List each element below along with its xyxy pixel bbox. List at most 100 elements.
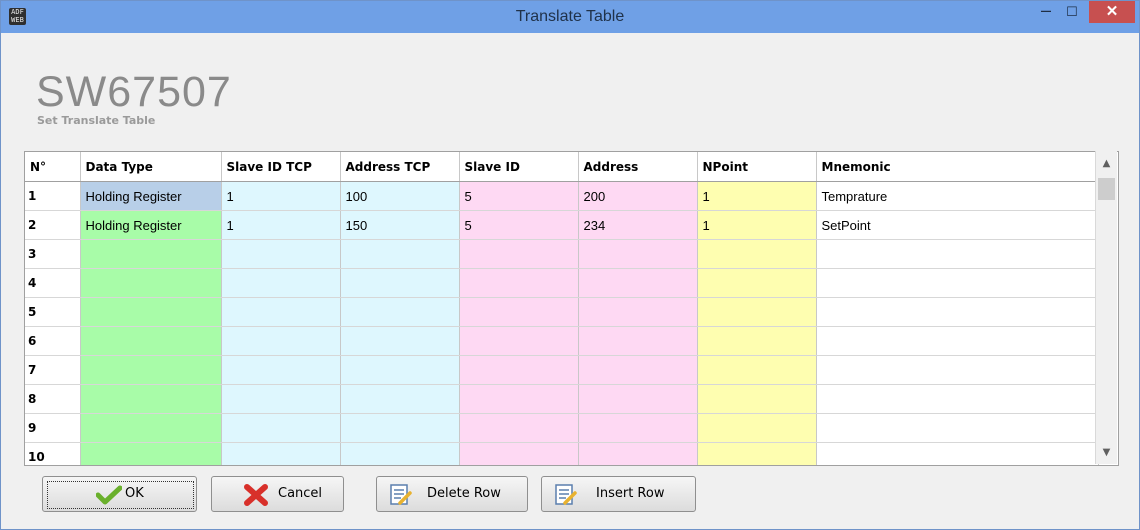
table-row[interactable]: 4 <box>25 268 1099 298</box>
col-npoint-cell[interactable] <box>697 239 817 269</box>
col-address-tcp-cell[interactable] <box>340 442 460 465</box>
col-slave-id-tcp-cell[interactable]: 1 <box>221 210 341 240</box>
col-address-tcp-cell[interactable] <box>340 268 460 298</box>
col-address-cell[interactable] <box>578 297 698 327</box>
col-address-tcp-cell[interactable] <box>340 384 460 414</box>
col-mnemonic-cell[interactable]: Temprature <box>816 181 1099 211</box>
ok-label: OK <box>125 486 144 501</box>
col-slave-id-tcp-cell[interactable]: 1 <box>221 181 341 211</box>
col-npoint-cell[interactable] <box>697 384 817 414</box>
minimize-button[interactable]: – <box>1033 1 1059 23</box>
col-address-cell[interactable] <box>578 413 698 443</box>
ok-button[interactable]: OK <box>42 476 197 512</box>
close-button[interactable]: ✕ <box>1089 1 1135 23</box>
col-slave-id-tcp-cell[interactable] <box>221 442 341 465</box>
col-slave-id-tcp-cell[interactable] <box>221 297 341 327</box>
col-slave-id-cell[interactable] <box>459 355 579 385</box>
col-slave-id-tcp-cell[interactable] <box>221 384 341 414</box>
col-npoint-cell[interactable] <box>697 442 817 465</box>
table-row[interactable]: 2 Holding Register 1 150 5 234 1 SetPoint <box>25 210 1099 240</box>
col-address-cell[interactable] <box>578 268 698 298</box>
col-address-cell[interactable] <box>578 326 698 356</box>
table-row[interactable]: 7 <box>25 355 1099 385</box>
translate-table-grid[interactable]: N° Data Type Slave ID TCP Address TCP Slave … <box>24 151 1119 466</box>
table-row[interactable]: 1 Holding Register 1 100 5 200 1 Temprature <box>25 181 1099 211</box>
col-data-type-cell[interactable] <box>80 239 222 269</box>
scroll-up-arrow-icon[interactable]: ▲ <box>1096 155 1117 172</box>
col-npoint-cell[interactable] <box>697 297 817 327</box>
insert-row-button[interactable]: Insert Row <box>541 476 696 512</box>
col-npoint-cell[interactable] <box>697 268 817 298</box>
col-data-type-cell[interactable]: Holding Register <box>80 181 222 211</box>
col-data-type-cell[interactable] <box>80 326 222 356</box>
insert-row-icon <box>555 484 577 505</box>
row-number-cell: 7 <box>25 355 81 385</box>
col-address-tcp-cell[interactable] <box>340 239 460 269</box>
delete-row-icon <box>390 484 412 505</box>
col-slave-id-cell[interactable]: 5 <box>459 181 579 211</box>
col-slave-id-cell[interactable] <box>459 384 579 414</box>
col-data-type-cell[interactable] <box>80 384 222 414</box>
col-slave-id-tcp-cell[interactable] <box>221 268 341 298</box>
col-data-type-cell[interactable] <box>80 268 222 298</box>
col-address-cell[interactable] <box>578 384 698 414</box>
table-row[interactable]: 6 <box>25 326 1099 356</box>
table-row[interactable]: 8 <box>25 384 1099 414</box>
col-npoint-cell[interactable] <box>697 413 817 443</box>
col-slave-id-cell[interactable] <box>459 297 579 327</box>
col-mnemonic-cell[interactable] <box>816 442 1099 465</box>
col-address-tcp-cell[interactable] <box>340 413 460 443</box>
table-row[interactable]: 3 <box>25 239 1099 269</box>
col-slave-id-tcp-cell[interactable] <box>221 239 341 269</box>
col-address-tcp-cell[interactable] <box>340 326 460 356</box>
row-number-cell: 3 <box>25 239 81 269</box>
vertical-scrollbar[interactable]: ▲ ▼ <box>1095 151 1117 464</box>
col-data-type-cell[interactable] <box>80 442 222 465</box>
cancel-button[interactable]: Cancel <box>211 476 344 512</box>
col-address-tcp-cell[interactable]: 150 <box>340 210 460 240</box>
col-data-type-cell[interactable] <box>80 413 222 443</box>
col-slave-id-cell[interactable] <box>459 326 579 356</box>
col-mnemonic-cell[interactable] <box>816 413 1099 443</box>
delete-row-button[interactable]: Delete Row <box>376 476 528 512</box>
col-address-tcp-cell[interactable]: 100 <box>340 181 460 211</box>
row-number-cell: 1 <box>25 181 81 211</box>
col-address-tcp-cell[interactable] <box>340 355 460 385</box>
col-npoint-cell[interactable]: 1 <box>697 210 817 240</box>
table-row[interactable]: 5 <box>25 297 1099 327</box>
col-slave-id-cell[interactable] <box>459 442 579 465</box>
col-address-cell[interactable] <box>578 239 698 269</box>
col-mnemonic-cell[interactable] <box>816 384 1099 414</box>
col-address-cell[interactable] <box>578 442 698 465</box>
col-data-type-cell[interactable] <box>80 297 222 327</box>
col-mnemonic-cell[interactable] <box>816 268 1099 298</box>
col-address-tcp-cell[interactable] <box>340 297 460 327</box>
col-mnemonic-cell[interactable] <box>816 355 1099 385</box>
title-bar[interactable]: ADF WEB Translate Table – ☐ ✕ <box>1 1 1139 33</box>
col-data-type-cell[interactable]: Holding Register <box>80 210 222 240</box>
scroll-down-arrow-icon[interactable]: ▼ <box>1096 444 1117 461</box>
row-number-cell: 6 <box>25 326 81 356</box>
col-slave-id-cell[interactable]: 5 <box>459 210 579 240</box>
col-address-cell[interactable]: 200 <box>578 181 698 211</box>
col-slave-id-tcp-cell[interactable] <box>221 413 341 443</box>
col-npoint-cell[interactable] <box>697 355 817 385</box>
col-slave-id-cell[interactable] <box>459 239 579 269</box>
col-slave-id-cell[interactable] <box>459 413 579 443</box>
col-slave-id-tcp-cell[interactable] <box>221 326 341 356</box>
scrollbar-thumb[interactable] <box>1098 178 1115 200</box>
table-row[interactable]: 9 <box>25 413 1099 443</box>
col-mnemonic-cell[interactable] <box>816 239 1099 269</box>
col-data-type-cell[interactable] <box>80 355 222 385</box>
col-slave-id-tcp-cell[interactable] <box>221 355 341 385</box>
col-mnemonic-cell[interactable] <box>816 297 1099 327</box>
col-address-cell[interactable] <box>578 355 698 385</box>
col-address-cell[interactable]: 234 <box>578 210 698 240</box>
maximize-button[interactable]: ☐ <box>1059 1 1085 23</box>
col-mnemonic-cell[interactable]: SetPoint <box>816 210 1099 240</box>
col-slave-id-cell[interactable] <box>459 268 579 298</box>
table-row[interactable]: 10 <box>25 442 1099 465</box>
col-mnemonic-cell[interactable] <box>816 326 1099 356</box>
col-npoint-cell[interactable] <box>697 326 817 356</box>
col-npoint-cell[interactable]: 1 <box>697 181 817 211</box>
